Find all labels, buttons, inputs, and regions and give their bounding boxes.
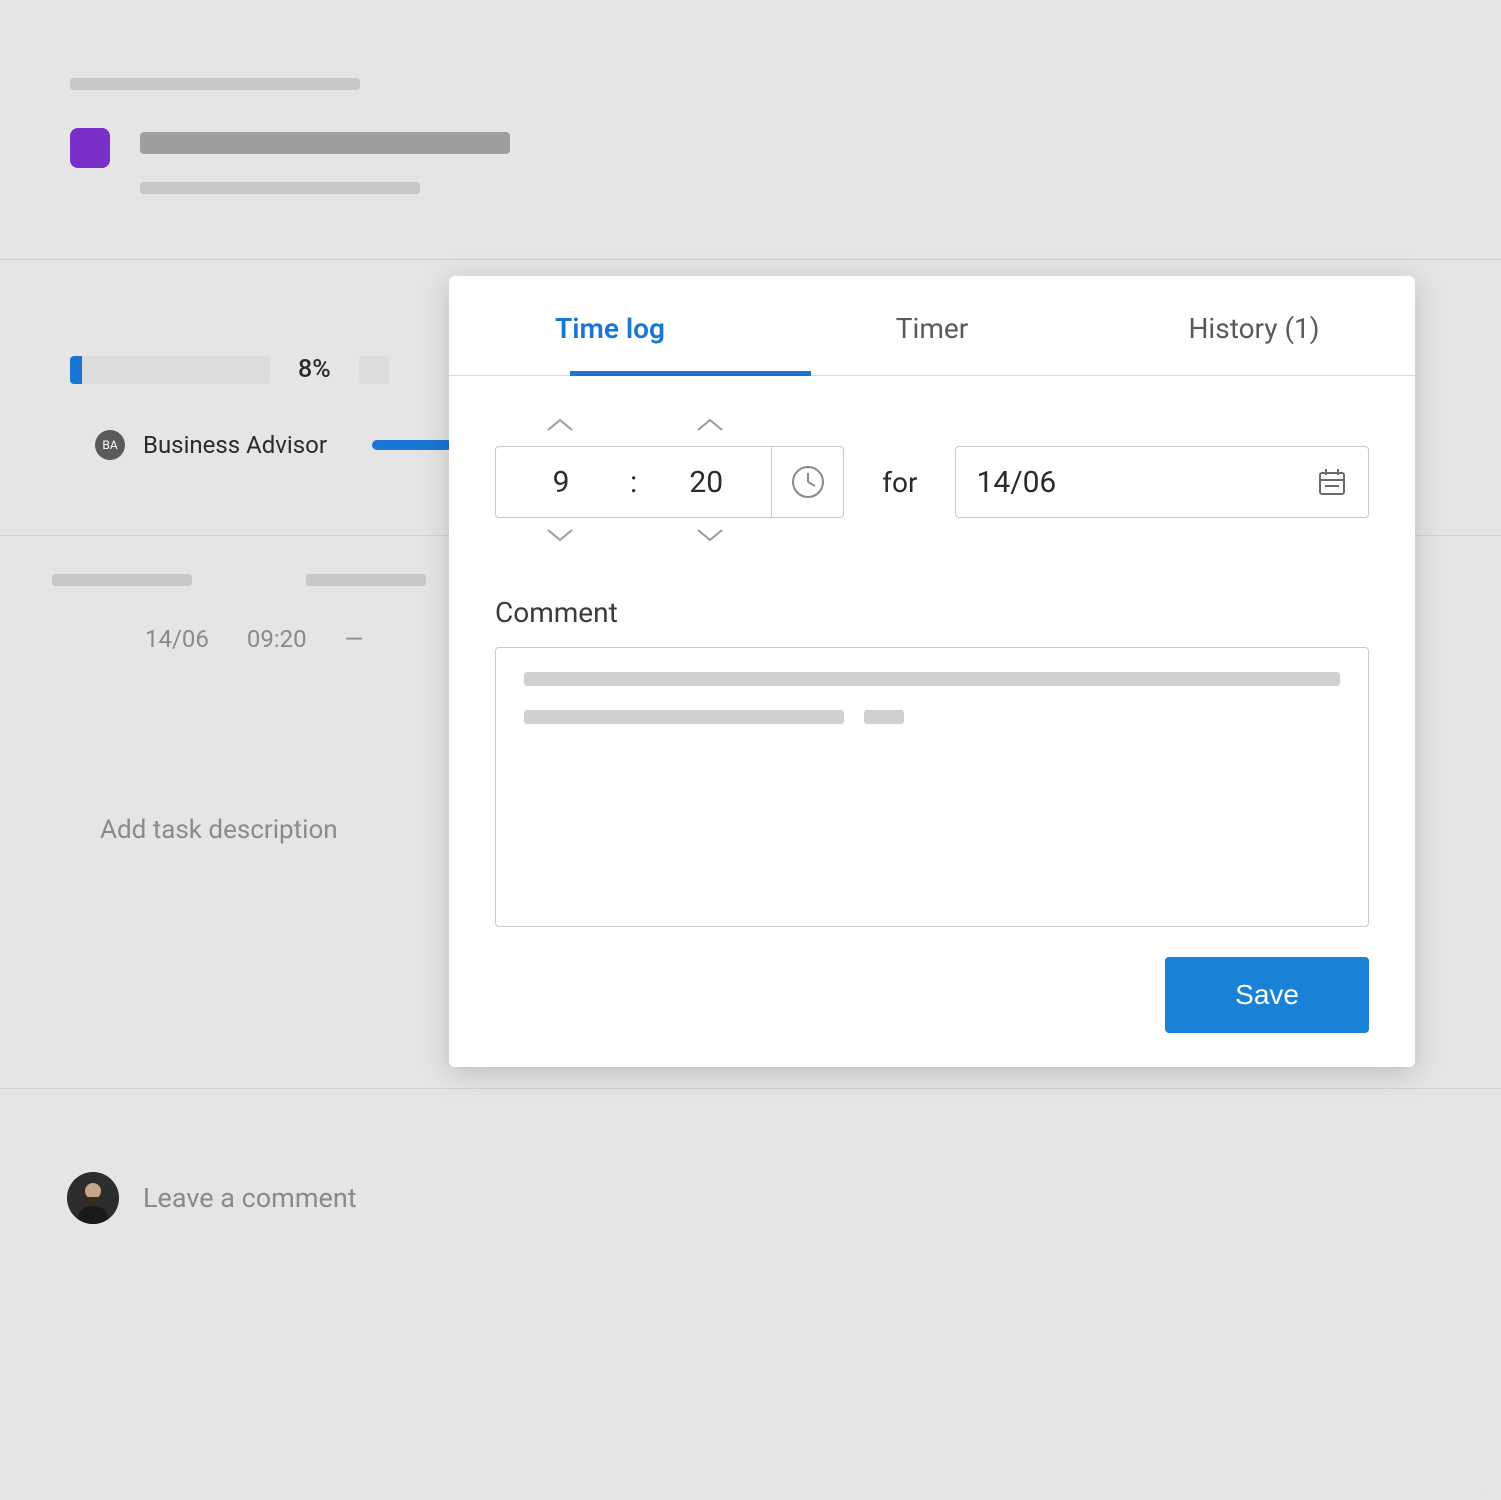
progress-row: 8% [70, 355, 389, 384]
clock-button[interactable] [771, 446, 843, 518]
tab-history[interactable]: History (1) [1093, 276, 1415, 375]
save-row: Save [495, 957, 1369, 1033]
task-subtitle-placeholder [140, 182, 420, 194]
app-canvas: 8% BA Business Advisor 14/06 09:20 — Add… [0, 0, 1501, 1500]
date-input-group[interactable]: 14/06 [955, 446, 1369, 518]
title-row [70, 128, 510, 168]
meta-label-placeholder-1 [52, 574, 192, 586]
leave-comment-input[interactable]: Leave a comment [143, 1182, 357, 1214]
popover-body: 9 : 20 [449, 376, 1415, 1067]
comment-placeholder-line [524, 710, 1340, 724]
current-user-avatar[interactable] [67, 1172, 119, 1224]
assignee-row: BA Business Advisor [95, 430, 327, 460]
tab-timer[interactable]: Timer [771, 276, 1093, 375]
date-input[interactable]: 14/06 [976, 465, 1056, 500]
meta-label-placeholder-2 [306, 574, 426, 586]
chevron-down-icon[interactable] [546, 526, 574, 544]
time-entry-row: 9 : 20 [495, 416, 1369, 548]
task-card: 8% BA Business Advisor 14/06 09:20 — Add… [0, 0, 1501, 1500]
divider [0, 1088, 1501, 1089]
for-label: for [882, 466, 917, 499]
comment-label: Comment [495, 596, 1369, 629]
meta-time: 09:20 [247, 625, 307, 653]
assignee-avatar[interactable]: BA [95, 430, 125, 460]
chevron-up-icon[interactable] [696, 416, 724, 434]
meta-date: 14/06 [145, 625, 209, 653]
comment-textarea[interactable] [495, 647, 1369, 927]
meta-dash: — [345, 625, 364, 653]
chevron-down-icon[interactable] [696, 526, 724, 544]
user-icon [67, 1172, 119, 1224]
task-color-badge [70, 128, 110, 168]
time-colon: : [626, 465, 641, 500]
task-description-input[interactable]: Add task description [100, 815, 338, 845]
assignee-name: Business Advisor [143, 431, 327, 459]
popover-tabs: Time log Timer History (1) [449, 276, 1415, 376]
progress-bar-secondary [359, 356, 389, 384]
meta-row: 14/06 09:20 — [145, 625, 363, 653]
assignee-progress-bar [372, 440, 452, 450]
breadcrumb-placeholder [70, 78, 360, 90]
tab-underline [570, 371, 812, 376]
hours-input[interactable]: 9 [496, 465, 626, 500]
comment-footer-row: Leave a comment [67, 1172, 357, 1224]
clock-icon [790, 464, 826, 500]
time-log-popover: Time log Timer History (1) [449, 276, 1415, 1067]
minutes-input[interactable]: 20 [641, 465, 771, 500]
progress-fill [70, 356, 82, 384]
time-stepper-block: 9 : 20 [495, 416, 844, 548]
save-button[interactable]: Save [1165, 957, 1369, 1033]
chevron-up-icon[interactable] [546, 416, 574, 434]
divider [0, 259, 1501, 260]
task-title-placeholder [140, 132, 510, 154]
progress-bar[interactable] [70, 356, 270, 384]
comment-placeholder-line [524, 672, 1340, 686]
time-input-group: 9 : 20 [495, 446, 844, 518]
calendar-icon[interactable] [1316, 466, 1348, 498]
progress-percent: 8% [298, 355, 331, 384]
tab-time-log[interactable]: Time log [449, 276, 771, 375]
